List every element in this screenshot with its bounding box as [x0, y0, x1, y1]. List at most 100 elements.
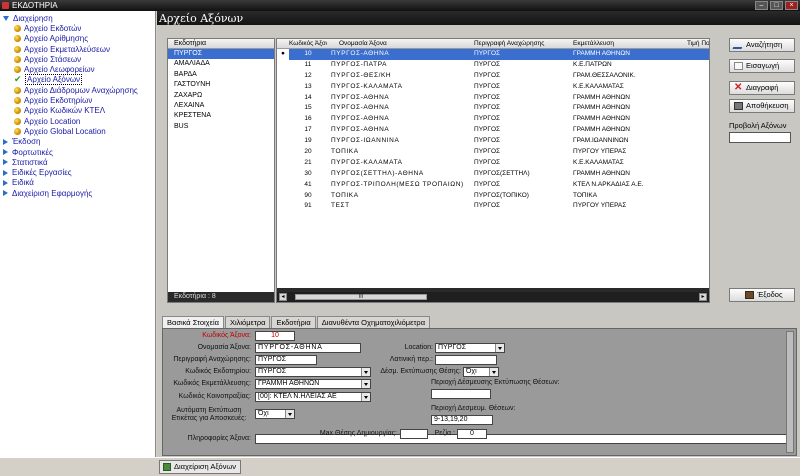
folder-ball-icon	[14, 127, 21, 135]
tree-item[interactable]: Αρχείο Global Location	[0, 126, 155, 136]
detail-tabs: Βασικά Στοιχεία Χιλιόμετρα Εκδοτήρια Δια…	[162, 316, 431, 329]
cell-name: ΠΥΡΓΟΣ-ΘΕΣ/ΚΗ	[331, 71, 392, 79]
scroll-right-icon[interactable]: ▸	[699, 293, 707, 301]
navigation-tree: Διαχείρηση Αρχείο Εκδοτών Αρχείο Αρίθμησης…	[0, 11, 156, 466]
auto-print-select[interactable]: Όχι	[255, 409, 295, 419]
exit-button[interactable]: Έξοδος	[729, 288, 795, 302]
axis-code-field[interactable]: 10	[255, 331, 295, 341]
tree-item[interactable]: ✔ Αρχείο Αξόνων	[0, 74, 155, 86]
operator-code-select[interactable]: ΓΡΑΜΜΗ ΑΘΗΝΩΝ	[255, 379, 371, 389]
tree-item[interactable]: Αρχείο Εκμεταλλεύσεων	[0, 44, 155, 54]
insert-button[interactable]: Εισαγωγή	[729, 59, 795, 73]
seat-print-area-field[interactable]	[431, 389, 491, 399]
form-icon	[163, 463, 171, 471]
col-code[interactable]: Κωδικός Άξονα	[289, 39, 327, 49]
tree-item-label: Διαχείρηση	[13, 13, 53, 23]
view-axes-label: Προβολή Αξόνων	[729, 121, 787, 130]
horizontal-scrollbar[interactable]: ◂ III ▸	[277, 292, 709, 302]
table-row[interactable]: 16 ΠΥΡΓΟΣ-ΑΘΗΝΑ ΠΥΡΓΟΣ ΓΡΑΜΜΗ ΑΘΗΝΩΝ	[277, 114, 709, 125]
tree-item[interactable]: Ειδικά	[0, 178, 155, 188]
tree-item[interactable]: Διαχείρηση	[0, 13, 155, 23]
tree-item[interactable]: Αρχείο Εκδοτών	[0, 23, 155, 33]
seat-print-res-select[interactable]: Όχι	[463, 367, 499, 377]
cell-oper: Κ.Ε.ΠΑΤΡΩΝ	[573, 60, 612, 68]
form-vertical-scrollbar[interactable]	[786, 331, 794, 453]
station-row[interactable]: ΚΡΕΣΤΕΝΑ	[168, 111, 274, 121]
station-row[interactable]: ΖΑΧΑΡΩ	[168, 91, 274, 101]
scroll-left-icon[interactable]: ◂	[279, 293, 287, 301]
table-row[interactable]: 19 ΠΥΡΓΟΣ-ΙΩΑΝΝΙΝΑ ΠΥΡΓΟΣ ΓΡΑΜ.ΙΩΑΝΝΙΝΩΝ	[277, 136, 709, 147]
tab-kilometers[interactable]: Χιλιόμετρα	[224, 316, 271, 328]
station-row[interactable]: ΠΥΡΓΟΣ	[168, 49, 274, 60]
collapsed-arrow-icon	[3, 179, 8, 186]
coop-code-select[interactable]: [00]: ΚΤΕΛ Ν.ΗΛΕΙΑΣ ΑΕ	[255, 392, 371, 402]
checkmark-icon: ✔	[14, 74, 22, 85]
stations-header: Εκδοτήρια	[168, 39, 274, 49]
tree-item[interactable]: Στατιστικά	[0, 157, 155, 167]
tree-item[interactable]: Ειδικές Εργασίες	[0, 167, 155, 177]
col-name[interactable]: Ονομασία Άξονα	[339, 39, 479, 49]
table-row[interactable]: 17 ΠΥΡΓΟΣ-ΑΘΗΝΑ ΠΥΡΓΟΣ ΓΡΑΜΜΗ ΑΘΗΝΩΝ	[277, 125, 709, 136]
tree-item[interactable]: Αρχείο Εκδοτηρίων	[0, 95, 155, 105]
delete-icon: ✕	[734, 82, 743, 93]
tree-item[interactable]: Αρχείο Στάσεων	[0, 54, 155, 64]
maximize-button[interactable]: □	[770, 1, 783, 10]
tab-vehicle-km[interactable]: Διανυθέντα Οχηματοχιλιόμετρα	[316, 316, 431, 328]
table-row[interactable]: 90 ΤΟΠΙΚΑ ΠΥΡΓΟΣ(ΤΟΠΙΚΟ) ΤΟΠΙΚΑ	[277, 191, 709, 202]
cell-oper: ΚΤΕΛ Ν.ΑΡΚΑΔΙΑΣ Α.Ε.	[573, 180, 644, 188]
tab-stations[interactable]: Εκδοτήρια	[271, 316, 316, 328]
rezia-field[interactable]: 0	[457, 429, 487, 439]
axis-info-label: Πληροφορίες Άξονα:	[187, 435, 251, 442]
table-row[interactable]: ● 10 ΠΥΡΓΟΣ-ΑΘΗΝΑ ΠΥΡΓΟΣ ΓΡΑΜΜΗ ΑΘΗΝΩΝ	[277, 49, 709, 60]
search-button[interactable]: Αναζήτηση	[729, 38, 795, 52]
table-row[interactable]: 91 ΤΕΣΤ ΠΥΡΓΟΣ ΠΥΡΓΟΥ ΥΠΕΡΑΣ	[277, 201, 709, 212]
minimize-button[interactable]: –	[755, 1, 768, 10]
table-row[interactable]: 14 ΠΥΡΓΟΣ-ΑΘΗΝΑ ΠΥΡΓΟΣ ΓΡΑΜΜΗ ΑΘΗΝΩΝ	[277, 93, 709, 104]
table-row[interactable]: 13 ΠΥΡΓΟΣ-ΚΑΛΑΜΑΤΑ ΠΥΡΓΟΣ Κ.Ε.ΚΑΛΑΜΑΤΑΣ	[277, 82, 709, 93]
tree-item[interactable]: Διαχείριση Εφαρμογής	[0, 188, 155, 198]
col-oper[interactable]: Εκμετάλλευση	[573, 39, 683, 49]
tree-item[interactable]: Αρχείο Αρίθμησης	[0, 34, 155, 44]
tab-axes-management[interactable]: Διαχείριση Αξόνων	[159, 460, 242, 474]
close-button[interactable]: ×	[785, 1, 798, 10]
cell-code: 41	[304, 180, 312, 188]
tree-item[interactable]: Φορτωτικές	[0, 147, 155, 157]
tree-item[interactable]: Αρχείο Διάδρομων Αναχώρησης	[0, 85, 155, 95]
table-row[interactable]: 20 ΤΟΠΙΚΑ ΠΥΡΓΟΣ ΠΥΡΓΟΥ ΥΠΕΡΑΣ	[277, 147, 709, 158]
folder-ball-icon	[14, 45, 21, 53]
chevron-down-icon[interactable]	[495, 344, 504, 352]
tree-item-label: Ειδικά	[12, 178, 34, 188]
view-axes-input[interactable]	[729, 132, 791, 143]
station-row[interactable]: BUS	[168, 122, 274, 132]
chevron-down-icon[interactable]	[489, 368, 498, 376]
table-row[interactable]: 30 ΠΥΡΓΟΣ(ΣΕΤΤΗΛ)-ΑΘΗΝΑ ΠΥΡΓΟΣ(ΣΕΤΤΗΛ) ΓΡΑΜ…	[277, 169, 709, 180]
delete-button[interactable]: ✕ Διαγραφή	[729, 81, 795, 95]
latin-desc-field[interactable]	[435, 355, 497, 365]
seat-area-field[interactable]: 9-13,19,20	[431, 415, 493, 425]
tree-item[interactable]: Αρχείο Κωδικών ΚΤΕΛ	[0, 106, 155, 116]
chevron-down-icon[interactable]	[285, 410, 294, 418]
station-row[interactable]: ΒΑΡΔΑ	[168, 70, 274, 80]
tree-item[interactable]: Έκδοση	[0, 137, 155, 147]
table-row[interactable]: 12 ΠΥΡΓΟΣ-ΘΕΣ/ΚΗ ΠΥΡΓΟΣ ΓΡΑΜ.ΘΕΣΣΑΛΟΝΙΚ.	[277, 71, 709, 82]
col-price[interactable]: Τιμή Πο	[687, 39, 709, 49]
axis-name-label: Ονομασία Άξονα:	[197, 344, 251, 351]
chevron-down-icon[interactable]	[361, 393, 370, 401]
col-desc[interactable]: Περιγραφή Αναχώρησης	[474, 39, 564, 49]
save-button[interactable]: Αποθήκευση	[729, 99, 795, 113]
departure-desc-field[interactable]: ΠΥΡΓΟΣ	[255, 355, 317, 365]
station-row[interactable]: ΑΜΑΛΙΑΔΑ	[168, 59, 274, 69]
table-row[interactable]: 11 ΠΥΡΓΟΣ-ΠΑΤΡΑ ΠΥΡΓΟΣ Κ.Ε.ΠΑΤΡΩΝ	[277, 60, 709, 71]
scroll-thumb[interactable]: III	[295, 294, 427, 300]
chevron-down-icon[interactable]	[361, 380, 370, 388]
table-row[interactable]: 21 ΠΥΡΓΟΣ-ΚΑΛΑΜΑΤΑ ΠΥΡΓΟΣ Κ.Ε.ΚΑΛΑΜΑΤΑΣ	[277, 158, 709, 169]
table-row[interactable]: 15 ΠΥΡΓΟΣ-ΑΘΗΝΑ ΠΥΡΓΟΣ ΓΡΑΜΜΗ ΑΘΗΝΩΝ	[277, 103, 709, 114]
table-row[interactable]: 41 ΠΥΡΓΟΣ-ΤΡΙΠΟΛΗ(ΜΕΣΩ ΤΡΟΠΑΙΩΝ) ΠΥΡΓΟΣ ΚΤΕ…	[277, 180, 709, 191]
tree-item[interactable]: Αρχείο Λεωφορείων	[0, 64, 155, 74]
axis-name-field[interactable]: ΠΥΡΓΟΣ-ΑΘΗΝΑ	[255, 343, 361, 353]
cell-name: ΤΟΠΙΚΑ	[331, 148, 359, 156]
tree-item[interactable]: Αρχείο Location	[0, 116, 155, 126]
station-row[interactable]: ΓΑΣΤΟΥΝΗ	[168, 80, 274, 90]
location-select[interactable]: ΠΥΡΓΟΣ	[435, 343, 505, 353]
station-row[interactable]: ΛΕΧΑΙΝΑ	[168, 101, 274, 111]
